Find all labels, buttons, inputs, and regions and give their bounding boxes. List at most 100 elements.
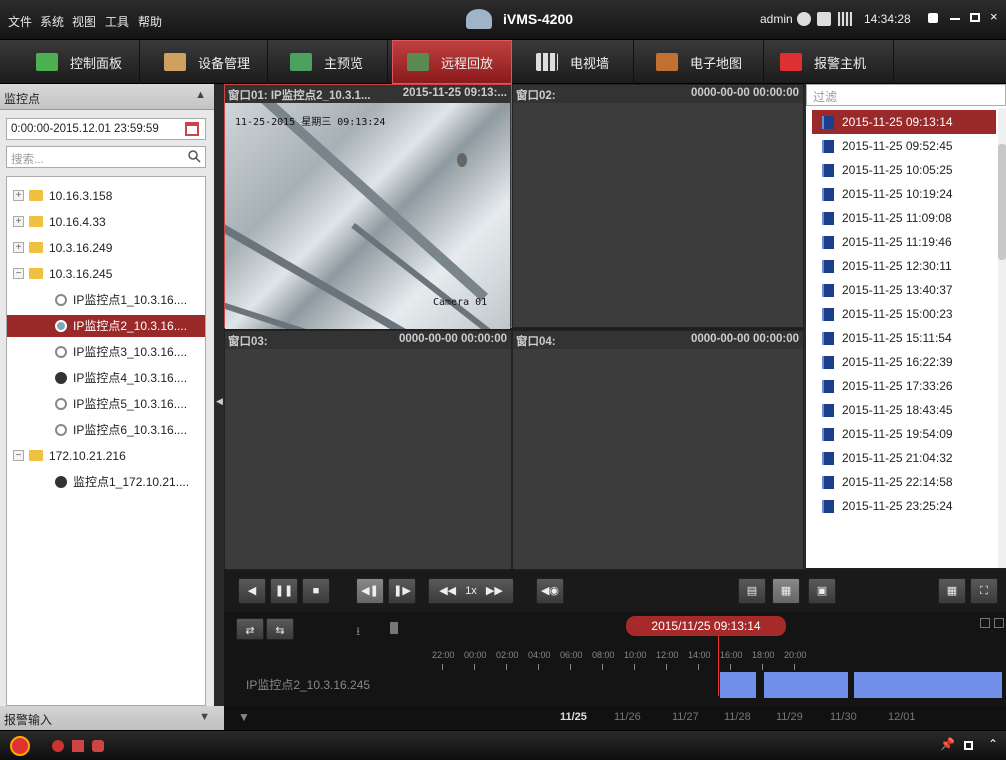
maximize-icon[interactable]: [970, 13, 980, 22]
panel-splitter[interactable]: ◀: [214, 84, 224, 706]
day-item[interactable]: 12/01: [888, 711, 916, 723]
download-icon[interactable]: ⭳: [356, 622, 360, 643]
tree-node-device[interactable]: + 10.3.16.249: [7, 237, 205, 259]
calendar-icon[interactable]: [185, 122, 199, 136]
globe-icon[interactable]: [797, 12, 811, 26]
record-button[interactable]: ▤: [738, 578, 766, 604]
stop-reverse-button[interactable]: ◀: [238, 578, 266, 604]
record-segment[interactable]: [854, 672, 1002, 698]
tab-alarm-host[interactable]: 报警主机: [766, 40, 894, 84]
tree-node-camera[interactable]: IP监控点1_10.3.16....: [7, 289, 205, 311]
day-item[interactable]: 11/26: [614, 711, 641, 723]
camera-panel-header[interactable]: 监控点 ▲: [0, 84, 214, 110]
day-item-selected[interactable]: 11/25: [560, 711, 587, 723]
tree-node-camera[interactable]: IP监控点3_10.3.16....: [7, 341, 205, 363]
record-item[interactable]: 2015-11-25 15:00:23: [812, 302, 996, 326]
scrollbar[interactable]: [998, 108, 1006, 568]
chevron-up-icon[interactable]: ▲: [195, 89, 206, 101]
filter-input[interactable]: 过滤: [806, 84, 1006, 106]
record-item[interactable]: 2015-11-25 21:04:32: [812, 446, 996, 470]
collapse-icon[interactable]: −: [13, 268, 24, 279]
tab-device-management[interactable]: 设备管理: [150, 40, 268, 84]
slow-icon[interactable]: ◀◀: [439, 585, 456, 597]
tab-e-map[interactable]: 电子地图: [642, 40, 764, 84]
vca-button[interactable]: ▣: [808, 578, 836, 604]
zoom-out-icon[interactable]: [980, 618, 990, 628]
video-window-4[interactable]: 窗口04: 0000-00-00 00:00:00: [512, 330, 804, 570]
bookmark-icon[interactable]: [390, 622, 398, 634]
menu-system[interactable]: 系统: [40, 13, 64, 30]
user-name[interactable]: admin: [760, 12, 793, 26]
record-item[interactable]: 2015-11-25 17:33:26: [812, 374, 996, 398]
timeline-cursor[interactable]: [718, 636, 719, 696]
tree-node-device[interactable]: + 10.16.3.158: [7, 185, 205, 207]
alarm-event-icon[interactable]: [72, 740, 84, 752]
menu-tools[interactable]: 工具: [105, 13, 129, 30]
filter-icon[interactable]: ▼: [238, 710, 250, 724]
timeline[interactable]: ⇄ ⇆ ⭳ 2015/11/25 09:13:14 22:00 00:00 02:0…: [224, 612, 1006, 706]
tree-node-camera[interactable]: IP监控点5_10.3.16....: [7, 393, 205, 415]
menu-view[interactable]: 视图: [72, 13, 96, 30]
record-item[interactable]: 2015-11-25 10:05:25: [812, 158, 996, 182]
keyboard-icon[interactable]: [838, 12, 852, 26]
pause-button[interactable]: ❚❚: [270, 578, 298, 604]
fast-icon[interactable]: ▶▶: [486, 585, 503, 597]
time-range-field[interactable]: 0:00:00-2015.12.01 23:59:59: [6, 118, 206, 140]
expand-icon[interactable]: +: [13, 216, 24, 227]
record-segment[interactable]: [764, 672, 848, 698]
video-window-1[interactable]: 窗口01: IP监控点2_10.3.1... 2015-11-25 09:13:…: [224, 84, 512, 329]
speed-control[interactable]: ◀◀ 1x ▶▶: [428, 578, 514, 604]
layout-button[interactable]: ▦: [938, 578, 966, 604]
restore-icon[interactable]: [964, 741, 973, 750]
stop-button[interactable]: ■: [302, 578, 330, 604]
tree-node-camera[interactable]: 监控点1_172.10.21....: [7, 471, 205, 493]
record-item[interactable]: 2015-11-25 11:09:08: [812, 206, 996, 230]
record-item[interactable]: 2015-11-25 10:19:24: [812, 182, 996, 206]
timeline-expand-button[interactable]: ⇄: [236, 618, 264, 640]
tab-main-view[interactable]: 主预览: [276, 40, 388, 84]
frame-forward-button[interactable]: ❚▶: [388, 578, 416, 604]
minimize-icon[interactable]: [950, 18, 960, 20]
video-window-3[interactable]: 窗口03: 0000-00-00 00:00:00: [224, 330, 512, 570]
search-icon[interactable]: [187, 149, 201, 163]
day-item[interactable]: 11/29: [776, 711, 803, 723]
tree-node-camera[interactable]: IP监控点6_10.3.16....: [7, 419, 205, 441]
tree-node-camera[interactable]: IP监控点4_10.3.16....: [7, 367, 205, 389]
record-segment[interactable]: [720, 672, 756, 698]
collapse-up-icon[interactable]: ⌃: [988, 737, 998, 751]
record-item[interactable]: 2015-11-25 18:43:45: [812, 398, 996, 422]
scrollbar-thumb[interactable]: [998, 144, 1006, 260]
record-item[interactable]: 2015-11-25 12:30:11: [812, 254, 996, 278]
video-frame[interactable]: 11-25-2015 星期三 09:13:24 Camera 01: [225, 103, 510, 329]
lock-icon[interactable]: [928, 13, 938, 23]
record-item[interactable]: 2015-11-25 16:22:39: [812, 350, 996, 374]
record-item[interactable]: 2015-11-25 11:19:46: [812, 230, 996, 254]
expand-icon[interactable]: +: [13, 190, 24, 201]
video-window-2[interactable]: 窗口02: 0000-00-00 00:00:00: [512, 84, 804, 328]
frame-back-button[interactable]: ◀❚: [356, 578, 384, 604]
alarm-warning-icon[interactable]: [10, 736, 30, 756]
monitor-icon[interactable]: [817, 12, 831, 26]
record-item[interactable]: 2015-11-25 23:25:24: [812, 494, 996, 518]
tree-node-device[interactable]: − 10.3.16.245: [7, 263, 205, 285]
close-icon[interactable]: ×: [990, 9, 998, 24]
collapse-left-icon[interactable]: ◀: [216, 396, 223, 407]
volume-button[interactable]: ◀◉: [536, 578, 564, 604]
tab-remote-playback[interactable]: 远程回放: [392, 40, 512, 84]
menu-file[interactable]: 文件: [8, 13, 32, 30]
atm-button[interactable]: ▦: [772, 578, 800, 604]
tab-tv-wall[interactable]: 电视墙: [522, 40, 634, 84]
menu-help[interactable]: 帮助: [138, 13, 162, 30]
pin-icon[interactable]: 📌: [940, 737, 955, 751]
record-item[interactable]: 2015-11-25 13:40:37: [812, 278, 996, 302]
day-item[interactable]: 11/27: [672, 711, 699, 723]
tab-control-panel[interactable]: 控制面板: [22, 40, 140, 84]
day-item[interactable]: 11/28: [724, 711, 751, 723]
zoom-in-icon[interactable]: [994, 618, 1004, 628]
search-input[interactable]: 搜索...: [6, 146, 206, 168]
day-item[interactable]: 11/30: [830, 711, 857, 723]
alarm-input-header[interactable]: 报警输入 ▼: [0, 706, 224, 730]
record-item[interactable]: 2015-11-25 15:11:54: [812, 326, 996, 350]
record-item[interactable]: 2015-11-25 19:54:09: [812, 422, 996, 446]
tree-node-device[interactable]: + 10.16.4.33: [7, 211, 205, 233]
